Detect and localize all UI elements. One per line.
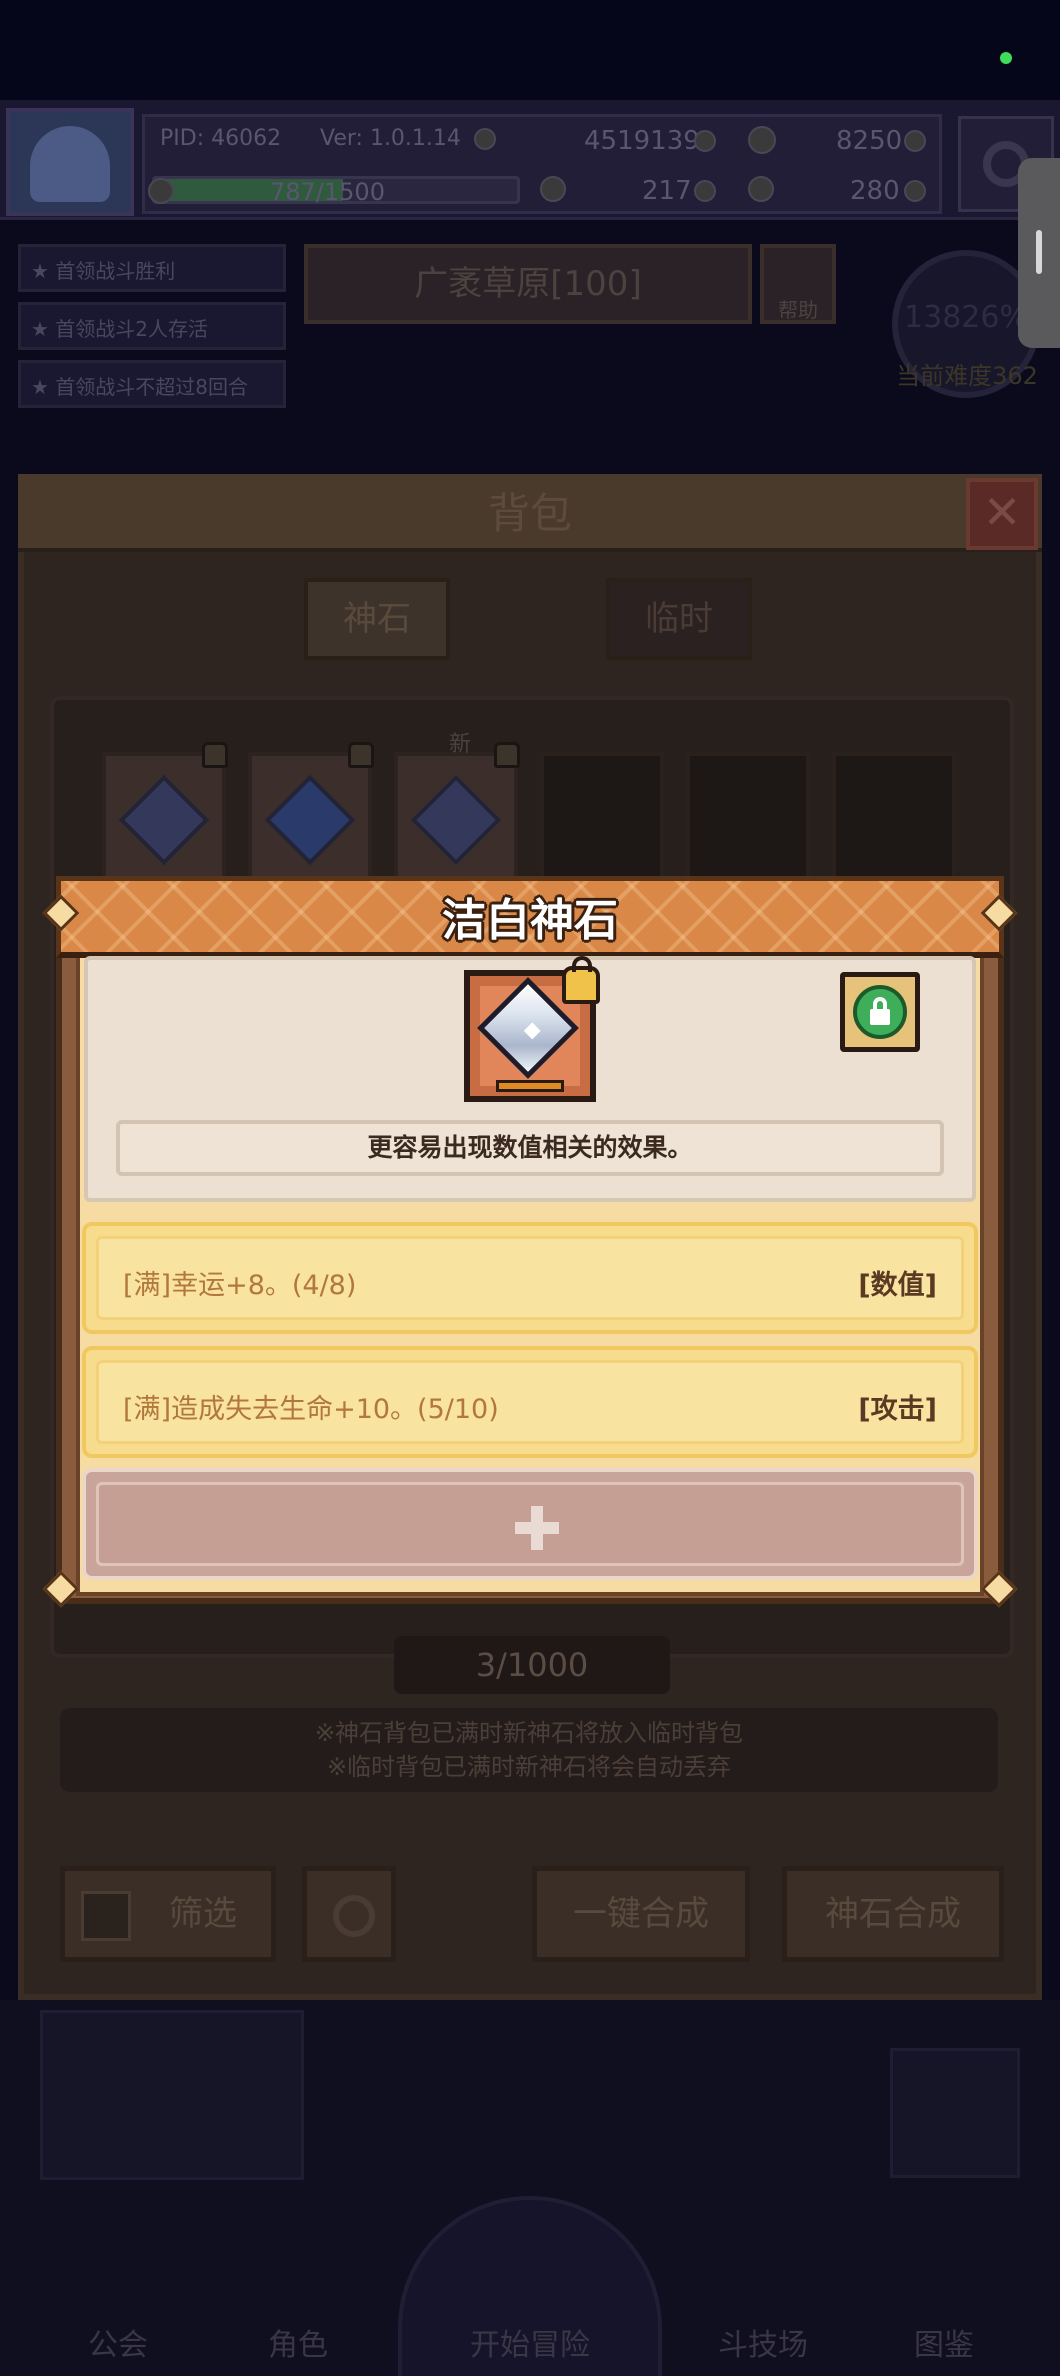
filter-button[interactable]: 筛选 bbox=[60, 1866, 276, 1962]
exp-icon bbox=[148, 178, 174, 204]
gem-shine bbox=[523, 1022, 541, 1040]
version-text: Ver: 1.0.1.14 bbox=[320, 126, 461, 151]
nav-character[interactable]: 角色 bbox=[268, 2320, 328, 2364]
quest-label: 首领战斗不超过8回合 bbox=[55, 375, 249, 399]
ruby-icon bbox=[748, 126, 776, 154]
gem-amount: 8250 bbox=[836, 126, 903, 156]
lock-icon bbox=[202, 742, 228, 768]
boot-amount: 280 bbox=[850, 176, 900, 206]
inventory-slot[interactable]: 新 bbox=[394, 732, 520, 882]
quest-label: 首领战斗胜利 bbox=[55, 259, 176, 283]
gold-coin-icon bbox=[694, 130, 716, 152]
inventory-slot-empty[interactable] bbox=[832, 752, 956, 882]
boot-icon bbox=[748, 176, 774, 202]
notice-line: ※神石背包已满时新神石将放入临时背包 bbox=[314, 1719, 744, 1747]
inventory-slot[interactable] bbox=[102, 742, 228, 882]
spider-icon bbox=[890, 2048, 1020, 2178]
side-panel-handle[interactable] bbox=[1018, 158, 1060, 348]
lock-toggle-button[interactable] bbox=[840, 972, 920, 1052]
effect-row[interactable]: [满]幸运+8。(4/8) [数值] bbox=[82, 1222, 978, 1334]
quest-item: ★ 首领战斗不超过8回合 bbox=[18, 360, 286, 408]
inventory-slot-empty[interactable] bbox=[686, 752, 810, 882]
gem-description: 更容易出现数值相关的效果。 bbox=[116, 1120, 944, 1176]
avatar-face-icon bbox=[30, 126, 110, 202]
nav-start-adventure[interactable]: 开始冒险 bbox=[470, 2320, 590, 2364]
gem-coin-icon bbox=[904, 130, 926, 152]
padlock-icon bbox=[853, 985, 907, 1039]
effect-row-inner: [满]幸运+8。(4/8) [数值] bbox=[96, 1236, 964, 1320]
add-effect-button[interactable] bbox=[82, 1468, 978, 1580]
inventory-counter: 3/1000 bbox=[394, 1636, 670, 1694]
quest-label: 首领战斗2人存活 bbox=[55, 317, 209, 341]
nav-guild[interactable]: 公会 bbox=[88, 2320, 148, 2364]
nav-arena[interactable]: 斗技场 bbox=[718, 2320, 808, 2364]
effect-row[interactable]: [满]造成失去生命+10。(5/10) [攻击] bbox=[82, 1346, 978, 1458]
quest-item: ★ 首领战斗胜利 bbox=[18, 244, 286, 292]
merge-all-button[interactable]: 一键合成 bbox=[532, 1866, 750, 1962]
godstone-merge-button[interactable]: 神石合成 bbox=[782, 1866, 1004, 1962]
padlock-body bbox=[870, 1009, 890, 1025]
plus-icon bbox=[531, 1506, 543, 1550]
notice-line: ※临时背包已满时新神石将会自动丢弃 bbox=[326, 1753, 732, 1781]
clover-amount: 217 bbox=[642, 176, 692, 206]
difficulty-text: 当前难度362 bbox=[896, 362, 1038, 390]
filter-grid-icon bbox=[81, 1891, 131, 1941]
backpack-title: 背包 bbox=[487, 489, 572, 538]
refresh-button[interactable] bbox=[302, 1866, 396, 1962]
effect-row-inner: [满]造成失去生命+10。(5/10) [攻击] bbox=[96, 1360, 964, 1444]
filter-label: 筛选 bbox=[169, 1894, 237, 1934]
clover-icon bbox=[540, 176, 566, 202]
effect-tag: [数值] bbox=[858, 1270, 937, 1301]
help-button[interactable]: 帮助 bbox=[760, 244, 836, 324]
effect-text: [满]造成失去生命+10。(5/10) bbox=[123, 1394, 499, 1425]
tab-godstone[interactable]: 神石 bbox=[304, 578, 450, 660]
white-gem-icon bbox=[118, 774, 210, 866]
close-button[interactable]: ✕ bbox=[966, 478, 1038, 550]
pid-text: PID: 46062 bbox=[160, 126, 282, 151]
lock-icon bbox=[348, 742, 374, 768]
progress-percent: 13826% bbox=[904, 300, 1028, 335]
character-card bbox=[40, 2010, 304, 2180]
status-bar bbox=[0, 0, 1060, 100]
add-effect-inner bbox=[96, 1482, 964, 1566]
player-avatar[interactable] bbox=[6, 108, 134, 216]
clover-coin-icon bbox=[694, 180, 716, 202]
boot-coin-icon bbox=[904, 180, 926, 202]
refresh-icon bbox=[333, 1895, 375, 1937]
effect-tag: [攻击] bbox=[858, 1394, 937, 1425]
nav-codex[interactable]: 图鉴 bbox=[914, 2320, 974, 2364]
handle-grip-icon bbox=[1036, 230, 1042, 274]
inventory-slot[interactable] bbox=[248, 742, 374, 882]
lock-icon bbox=[562, 956, 600, 1004]
inventory-slot-empty[interactable] bbox=[540, 752, 664, 882]
quest-item: ★ 首领战斗2人存活 bbox=[18, 302, 286, 350]
gem-stand bbox=[496, 1080, 564, 1092]
effect-text: [满]幸运+8。(4/8) bbox=[123, 1270, 357, 1301]
blue-gem-icon bbox=[264, 774, 356, 866]
gold-amount: 4519139 bbox=[584, 126, 700, 156]
lock-shackle bbox=[572, 956, 592, 972]
exp-text: 787/1500 bbox=[270, 178, 385, 206]
stage-selector[interactable]: 广袤草原[100] bbox=[304, 244, 752, 324]
dialog-title: 洁白神石 bbox=[442, 895, 618, 946]
lock-icon bbox=[494, 742, 520, 768]
version-badge-icon bbox=[474, 128, 496, 150]
white-gem-icon bbox=[410, 774, 502, 866]
status-indicator-dot bbox=[1000, 52, 1012, 64]
tab-temporary[interactable]: 临时 bbox=[606, 578, 752, 660]
inventory-notice: ※神石背包已满时新神石将放入临时背包 ※临时背包已满时新神石将会自动丢弃 bbox=[60, 1708, 998, 1792]
